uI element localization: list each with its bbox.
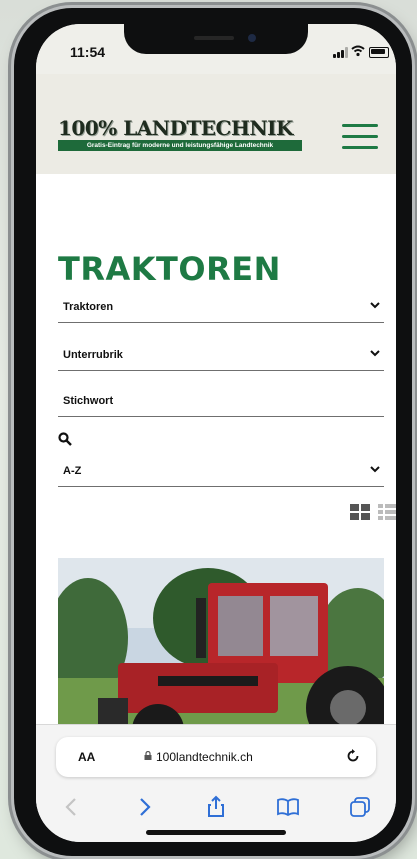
camera xyxy=(248,34,256,42)
browser-toolbar: AA 100landtechnik.ch xyxy=(36,724,396,842)
text-size-button[interactable]: AA xyxy=(78,750,95,764)
notch xyxy=(124,24,308,54)
site-header: 100% LANDTECHNIK Gratis-Eintrag für mode… xyxy=(36,74,396,174)
reload-icon[interactable] xyxy=(346,749,360,763)
tabs-icon[interactable] xyxy=(348,795,372,819)
battery-icon xyxy=(369,47,389,58)
signal-icon xyxy=(333,47,348,58)
lock-icon xyxy=(144,751,152,760)
chevron-down-icon xyxy=(370,350,380,357)
main-content: TRAKTOREN Traktoren Unterrubrik Stichwor… xyxy=(36,174,396,744)
hamburger-menu-button[interactable] xyxy=(342,124,378,150)
home-indicator xyxy=(146,830,286,835)
search-icon[interactable] xyxy=(58,432,72,446)
subcategory-select[interactable]: Unterrubrik xyxy=(58,340,384,371)
chevron-down-icon xyxy=(370,302,380,309)
category-select-value: Traktoren xyxy=(63,301,114,313)
sort-select[interactable]: A-Z xyxy=(58,456,384,487)
phone-frame: 11:54 100% LANDTECHNIK Gratis-Eintrag fü… xyxy=(14,8,412,856)
status-time: 11:54 xyxy=(70,44,106,60)
logo-title[interactable]: 100% LANDTECHNIK xyxy=(58,116,293,140)
forward-icon[interactable] xyxy=(132,795,156,819)
tractor-photo xyxy=(58,558,384,744)
bookmarks-icon[interactable] xyxy=(276,795,300,819)
logo-subtitle: Gratis-Eintrag für moderne und leistungs… xyxy=(58,140,302,151)
keyword-placeholder: Stichwort xyxy=(63,395,114,407)
chevron-down-icon xyxy=(370,466,380,473)
keyword-input[interactable]: Stichwort xyxy=(58,386,384,417)
page-title: TRAKTOREN xyxy=(58,250,281,288)
sort-select-value: A-Z xyxy=(63,465,82,477)
back-icon[interactable] xyxy=(60,795,84,819)
list-view-icon[interactable] xyxy=(378,504,396,520)
subcategory-select-value: Unterrubrik xyxy=(63,349,123,361)
address-bar[interactable]: AA 100landtechnik.ch xyxy=(56,737,376,777)
share-icon[interactable] xyxy=(204,795,228,819)
tractor-listing-image[interactable] xyxy=(58,558,384,744)
url-text[interactable]: 100landtechnik.ch xyxy=(156,750,253,764)
wifi-icon xyxy=(351,45,365,57)
grid-view-icon[interactable] xyxy=(350,504,370,520)
screen: 11:54 100% LANDTECHNIK Gratis-Eintrag fü… xyxy=(36,24,396,842)
speaker xyxy=(194,36,234,40)
category-select[interactable]: Traktoren xyxy=(58,292,384,323)
